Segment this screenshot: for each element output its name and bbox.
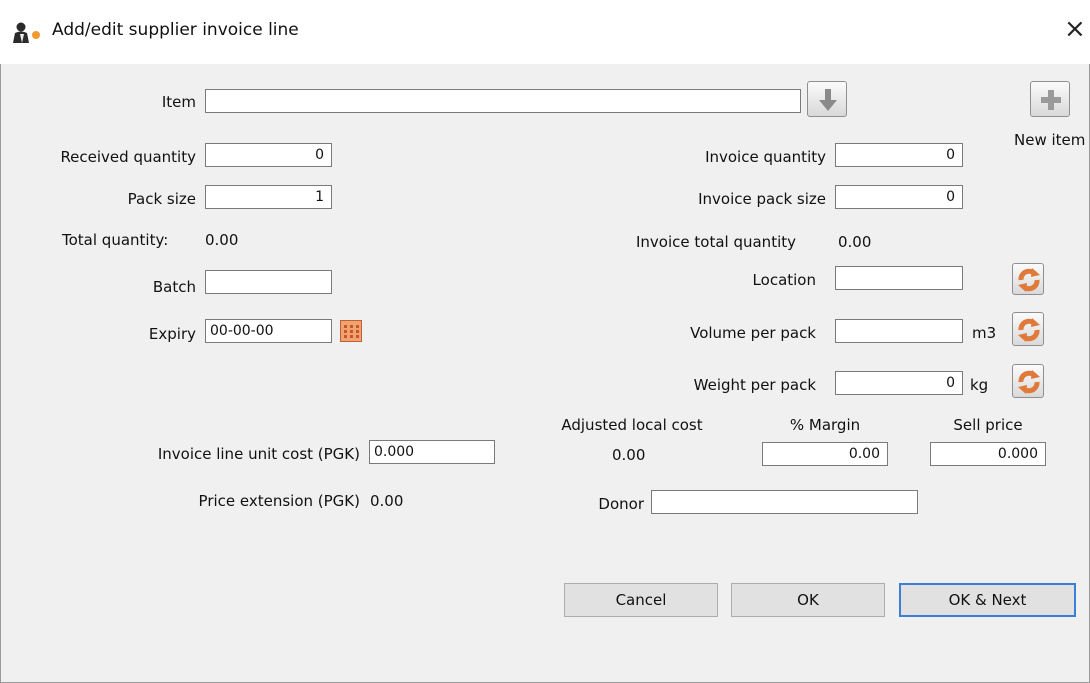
expiry-label: Expiry (148, 325, 196, 343)
title-bar: Add/edit supplier invoice line × (0, 0, 1090, 64)
weight-refresh-button[interactable] (1012, 364, 1044, 398)
refresh-icon (1018, 318, 1040, 342)
down-arrow-icon (819, 89, 837, 111)
weight-per-pack-label: Weight per pack (693, 376, 816, 394)
invoice-total-quantity-value: 0.00 (838, 233, 872, 251)
invoice-total-quantity-label: Invoice total quantity (636, 233, 796, 251)
total-quantity-value: 0.00 (205, 231, 239, 249)
margin-input[interactable] (762, 442, 888, 466)
weight-per-pack-input[interactable] (835, 371, 963, 395)
item-input[interactable] (205, 89, 801, 113)
invoice-quantity-label: Invoice quantity (705, 148, 826, 166)
ok-button[interactable]: OK (731, 583, 885, 617)
refresh-icon (1018, 370, 1040, 394)
expiry-input[interactable] (205, 319, 332, 343)
invoice-pack-size-input[interactable] (835, 185, 963, 209)
volume-per-pack-input[interactable] (835, 319, 963, 343)
close-icon[interactable]: × (1064, 16, 1086, 42)
pack-size-input[interactable] (205, 185, 332, 209)
location-input[interactable] (835, 266, 963, 290)
item-label: Item (161, 93, 196, 111)
donor-label: Donor (598, 495, 644, 513)
item-lookup-button[interactable] (807, 81, 847, 117)
volume-unit: m3 (972, 324, 997, 342)
invoice-line-unit-cost-input[interactable] (369, 440, 495, 464)
total-quantity-label: Total quantity: (62, 231, 169, 249)
sell-price-input[interactable] (930, 442, 1046, 466)
price-extension-label: Price extension (PGK) (198, 492, 360, 510)
invoice-pack-size-label: Invoice pack size (698, 190, 826, 208)
volume-per-pack-label: Volume per pack (690, 324, 816, 342)
donor-input[interactable] (651, 490, 918, 514)
received-quantity-input[interactable] (205, 143, 332, 167)
plus-icon (1041, 90, 1061, 110)
calendar-icon[interactable] (340, 320, 362, 342)
ok-next-button[interactable]: OK & Next (899, 583, 1076, 617)
new-item-label: New item (1014, 131, 1086, 149)
location-refresh-button[interactable] (1012, 263, 1044, 295)
sell-price-label: Sell price (953, 416, 1023, 434)
window-title: Add/edit supplier invoice line (52, 20, 299, 40)
pack-size-label: Pack size (127, 190, 196, 208)
invoice-quantity-input[interactable] (835, 143, 963, 167)
app-icon (13, 22, 40, 43)
invoice-line-unit-cost-label: Invoice line unit cost (PGK) (157, 445, 360, 463)
margin-label: % Margin (789, 416, 861, 434)
volume-refresh-button[interactable] (1012, 312, 1044, 346)
adjusted-local-cost-value: 0.00 (612, 446, 646, 464)
dialog-window: Add/edit supplier invoice line × Item Ne… (0, 0, 1090, 683)
price-extension-value: 0.00 (370, 492, 404, 510)
adjusted-local-cost-label: Adjusted local cost (561, 416, 703, 434)
refresh-icon (1018, 268, 1040, 292)
cancel-button[interactable]: Cancel (564, 583, 718, 617)
batch-label: Batch (152, 278, 196, 296)
received-quantity-label: Received quantity (60, 148, 196, 166)
weight-unit: kg (970, 376, 989, 394)
location-label: Location (752, 271, 816, 289)
new-item-button[interactable] (1030, 81, 1070, 117)
batch-input[interactable] (205, 270, 332, 294)
